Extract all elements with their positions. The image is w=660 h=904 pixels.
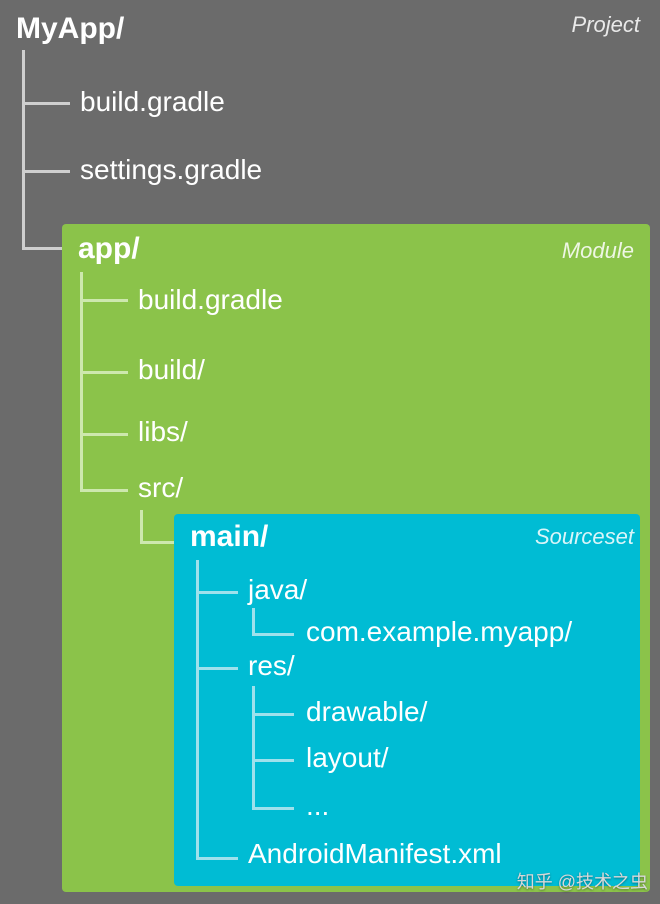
module-branch-4 [80,272,128,492]
project-child-2: settings.gradle [80,154,262,186]
module-tag: Module [562,238,634,264]
project-branch-module [22,50,62,250]
sourceset-tag: Sourceset [535,524,634,550]
module-child-1: build.gradle [138,284,283,316]
sourceset-child-java: java/ [248,574,307,606]
sourceset-res-branch-3 [252,686,294,810]
sourceset-res-child-1: drawable/ [306,696,427,728]
sourceset-child-res: res/ [248,650,295,682]
module-root-label: app/ [78,232,140,266]
module-src-to-main [140,510,174,544]
project-root-label: MyApp/ [16,12,124,46]
watermark: 知乎 @技术之虫 [517,868,648,894]
sourceset-res-child-2: layout/ [306,742,389,774]
sourceset-branch-java-pkg [252,608,294,636]
sourceset-res-child-3: ... [306,790,329,822]
module-child-2: build/ [138,354,205,386]
project-child-1: build.gradle [80,86,225,118]
sourceset-root-label: main/ [190,520,268,554]
project-tag: Project [572,12,640,38]
module-child-4: src/ [138,472,183,504]
sourceset-child-manifest: AndroidManifest.xml [248,838,502,870]
sourceset-java-child: com.example.myapp/ [306,616,572,648]
module-child-3: libs/ [138,416,188,448]
sourceset-branch-manifest [196,560,238,860]
